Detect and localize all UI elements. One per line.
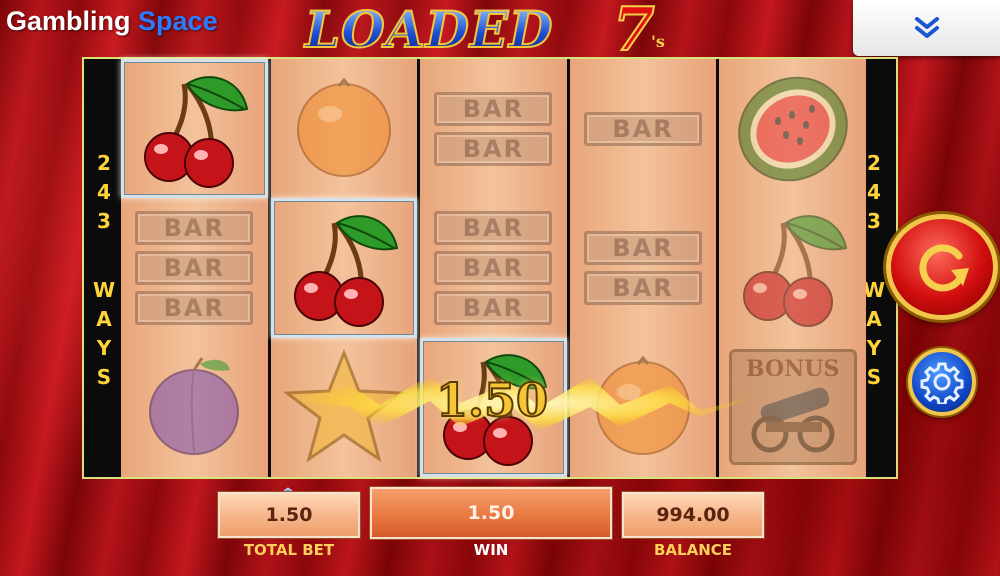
ways-char: 3 xyxy=(97,209,111,233)
brand-name-part1: Gambling xyxy=(6,6,131,36)
ways-char: A xyxy=(96,307,112,331)
bar-icon: BAR xyxy=(584,111,703,146)
reel-cell: BAR xyxy=(570,59,717,198)
reel-1: BAR BAR BAR xyxy=(121,59,268,477)
win-label: WIN xyxy=(473,541,509,559)
reel-cell xyxy=(270,198,418,338)
total-bet-label: TOTAL BET xyxy=(243,541,335,559)
game-logo-seven: 7 xyxy=(612,0,656,65)
menu-button[interactable] xyxy=(853,0,1000,56)
ways-char: W xyxy=(92,278,116,302)
ways-char: A xyxy=(866,307,882,331)
ways-char: 3 xyxy=(867,209,881,233)
reel-cell xyxy=(719,198,866,337)
brand-logo: Gambling Space xyxy=(6,6,218,37)
bar-icon: BAR BAR BAR xyxy=(434,210,553,325)
bar-icon: BAR BAR xyxy=(584,230,703,305)
ways-char: 2 xyxy=(97,151,111,175)
ways-char: S xyxy=(866,365,882,389)
spin-button[interactable] xyxy=(886,214,998,320)
reel-cell: BAR BAR BAR xyxy=(420,198,567,337)
settings-button[interactable] xyxy=(908,348,976,416)
brand-name-part2: Space xyxy=(138,6,218,36)
game-logo: LOADED 7 's xyxy=(304,0,685,65)
ways-indicator-left: 2 4 3 W A Y S xyxy=(92,149,116,392)
ways-char: Y xyxy=(866,336,882,360)
reel-cell: BAR BAR BAR xyxy=(121,198,268,337)
bar-plate: BAR xyxy=(434,210,553,245)
bar-plate: BAR xyxy=(434,250,553,285)
balance-label: BALANCE xyxy=(653,541,733,559)
reel-cell xyxy=(271,59,418,198)
watermelon-icon xyxy=(728,69,858,189)
win-amount-overlay: 1.50 xyxy=(435,372,549,428)
reel-cell: BAR BAR xyxy=(420,59,567,198)
bonus-label: BONUS xyxy=(746,356,840,383)
orange-icon xyxy=(284,74,404,184)
cherry-icon xyxy=(129,69,259,189)
total-bet-field[interactable]: 1.50 xyxy=(218,492,360,538)
ways-char: 2 xyxy=(867,151,881,175)
balance-field: 994.00 xyxy=(622,492,764,538)
reel-cell: BAR BAR xyxy=(570,198,717,337)
game-logo-suffix: 's xyxy=(651,32,665,51)
reel-cell xyxy=(719,59,866,198)
ways-char: Y xyxy=(96,336,112,360)
bar-plate: BAR xyxy=(434,131,553,166)
plum-icon xyxy=(134,352,254,462)
ways-char: S xyxy=(96,365,112,389)
cherry-icon xyxy=(728,208,858,328)
bar-plate: BAR xyxy=(584,270,703,305)
cherry-icon xyxy=(279,208,409,328)
bar-plate: BAR xyxy=(584,230,703,265)
spin-icon xyxy=(919,244,969,292)
chevron-down-icon xyxy=(914,17,939,38)
bar-icon: BAR BAR xyxy=(434,91,553,166)
bar-plate: BAR xyxy=(135,250,254,285)
ways-char: 4 xyxy=(867,180,881,204)
win-field: 1.50 xyxy=(370,487,612,539)
bar-plate: BAR xyxy=(135,290,254,325)
ways-char: 4 xyxy=(97,180,111,204)
gear-icon xyxy=(920,362,964,404)
bar-plate: BAR xyxy=(584,111,703,146)
ways-char: W xyxy=(862,278,886,302)
reel-cell xyxy=(121,59,268,199)
game-logo-word: LOADED xyxy=(304,0,554,59)
bar-plate: BAR xyxy=(434,91,553,126)
bar-plate: BAR xyxy=(135,210,254,245)
bar-icon: BAR BAR BAR xyxy=(135,210,254,325)
reel-cell xyxy=(121,338,268,477)
bar-plate: BAR xyxy=(434,290,553,325)
